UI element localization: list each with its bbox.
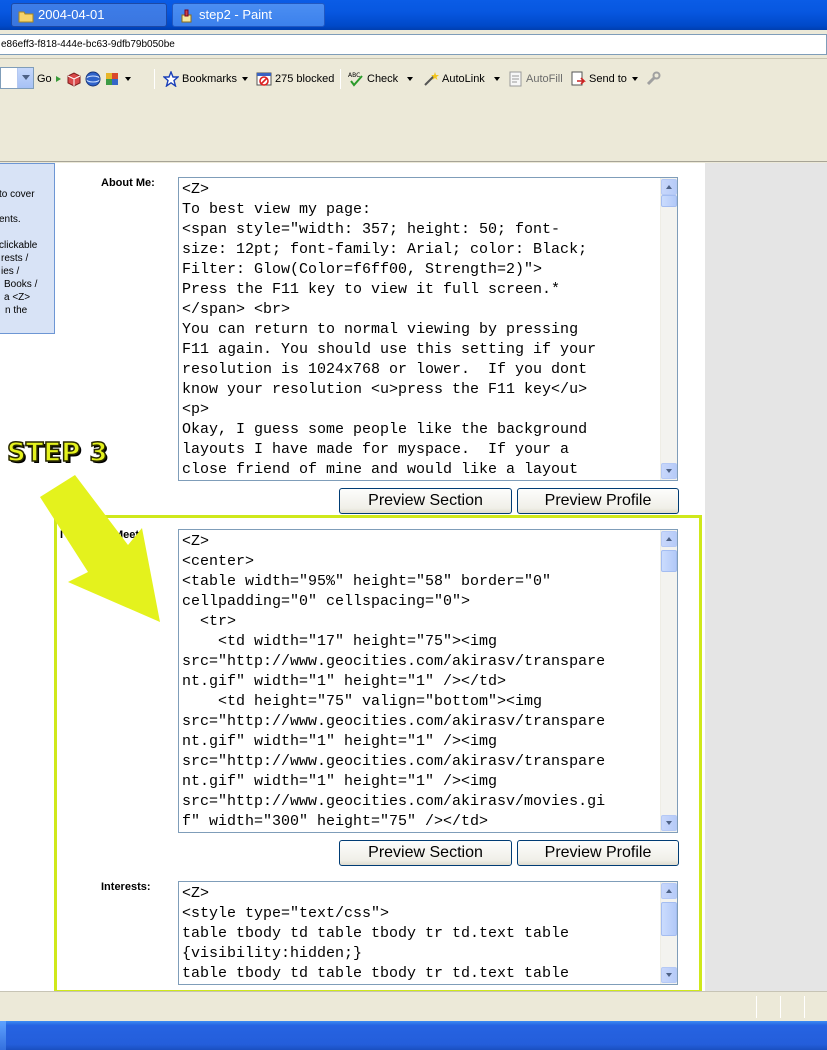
step-label: STEP 3 (6, 437, 108, 469)
taskbar (0, 1021, 827, 1050)
taskbar-item-label: step2 - Paint (199, 7, 272, 22)
taskbar-item-folder[interactable]: 2004-04-01 (11, 3, 167, 27)
taskbar-item-paint[interactable]: step2 - Paint (172, 3, 325, 27)
status-separator (780, 996, 781, 1018)
arrow-shape (40, 475, 160, 622)
start-edge (0, 1021, 6, 1050)
paint-brush-icon (179, 8, 195, 23)
screen: e86eff3-f818-444e-bc63-9dfb79b050be Go B… (0, 0, 827, 1050)
folder-icon (18, 8, 34, 23)
pointer-arrow-icon (40, 475, 160, 622)
status-separator (804, 996, 805, 1018)
status-bar (0, 991, 827, 1021)
status-separator (756, 996, 757, 1018)
taskbar-item-label: 2004-04-01 (38, 7, 105, 22)
